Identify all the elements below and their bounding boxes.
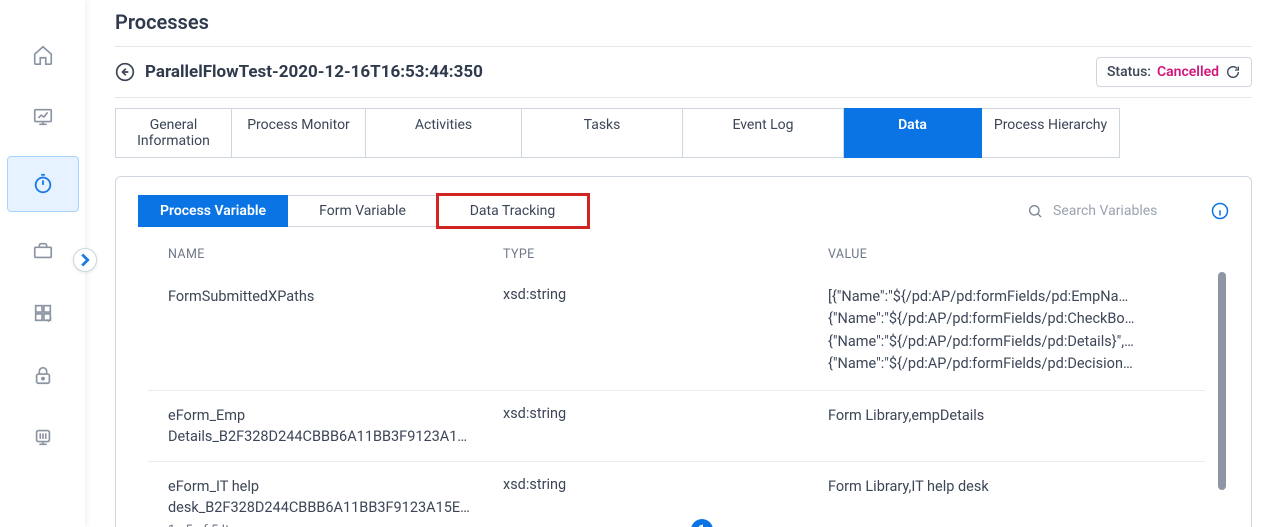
- process-header: ParallelFlowTest-2020-12-16T16:53:44:350…: [115, 47, 1252, 98]
- subtab-form-variable[interactable]: Form Variable: [288, 195, 438, 227]
- info-icon: [1211, 202, 1229, 220]
- cell-value: Form Library,empDetails: [828, 405, 1205, 447]
- cell-value: Form Library,IT help desk: [828, 476, 1205, 518]
- cell-type: xsd:string: [503, 476, 828, 518]
- left-rail: [0, 0, 85, 527]
- table-row[interactable]: eForm_Emp Details_B2F328D244CBBB6A11BB3F…: [148, 391, 1205, 462]
- scrollbar[interactable]: [1218, 272, 1226, 490]
- cell-name: FormSubmittedXPaths: [168, 286, 503, 376]
- subtab-row: Process Variable Form Variable Data Trac…: [138, 195, 1229, 227]
- back-button[interactable]: [115, 62, 135, 82]
- page-next[interactable]: ›: [727, 521, 732, 527]
- page-last[interactable]: »: [745, 521, 752, 527]
- page-title: Processes: [115, 10, 1252, 47]
- tab-process-hierarchy[interactable]: Process Hierarchy: [982, 108, 1120, 158]
- process-name: ParallelFlowTest-2020-12-16T16:53:44:350: [145, 62, 483, 82]
- nav-processes[interactable]: [7, 156, 79, 212]
- nav-toolbox[interactable]: [20, 228, 66, 274]
- back-arrow-icon: [115, 62, 135, 82]
- lock-icon: [32, 364, 54, 386]
- apps-icon: [32, 302, 54, 324]
- page-first[interactable]: «: [651, 521, 658, 527]
- page-prev[interactable]: ‹: [672, 521, 677, 527]
- info-button[interactable]: [1211, 202, 1229, 220]
- search-box: [1027, 203, 1193, 219]
- main-tabs: General Information Process Monitor Acti…: [115, 108, 1252, 158]
- chevron-right-icon: [74, 249, 96, 271]
- pager: « ‹ 1 › »: [214, 519, 1189, 527]
- cell-type: xsd:string: [503, 405, 828, 447]
- status-label: Status:: [1107, 64, 1151, 80]
- subtab-data-tracking[interactable]: Data Tracking: [438, 195, 588, 227]
- nav-settings[interactable]: [20, 414, 66, 460]
- grid-header: NAME TYPE VALUE: [138, 227, 1229, 272]
- cell-name: eForm_IT help desk_B2F328D244CBBB6A11BB3…: [168, 476, 503, 518]
- search-icon: [1027, 203, 1043, 219]
- refresh-icon: [1225, 64, 1241, 80]
- col-value: VALUE: [828, 247, 1219, 262]
- status-value: Cancelled: [1157, 64, 1219, 80]
- tab-data[interactable]: Data: [844, 108, 982, 158]
- tab-tasks[interactable]: Tasks: [522, 108, 683, 158]
- tab-general-information[interactable]: General Information: [115, 108, 232, 158]
- search-input[interactable]: [1053, 203, 1193, 219]
- tab-activities[interactable]: Activities: [366, 108, 522, 158]
- col-name: NAME: [168, 247, 503, 262]
- refresh-button[interactable]: [1225, 64, 1241, 80]
- nav-dashboard[interactable]: [20, 94, 66, 140]
- tab-event-log[interactable]: Event Log: [683, 108, 844, 158]
- sliders-icon: [32, 426, 54, 448]
- main-area: Processes ParallelFlowTest-2020-12-16T16…: [85, 0, 1280, 527]
- subtab-process-variable[interactable]: Process Variable: [138, 195, 288, 227]
- data-panel: Process Variable Form Variable Data Trac…: [115, 176, 1252, 527]
- table-row[interactable]: eForm_IT help desk_B2F328D244CBBB6A11BB3…: [148, 462, 1205, 519]
- page-number[interactable]: 1: [691, 519, 713, 527]
- nav-home[interactable]: [20, 32, 66, 78]
- nav-security[interactable]: [20, 352, 66, 398]
- dashboard-icon: [32, 106, 54, 128]
- col-type: TYPE: [503, 247, 828, 262]
- toolbox-icon: [32, 240, 54, 262]
- cell-value: [{"Name":"${/pd:AP/pd:formFields/pd:EmpN…: [828, 286, 1205, 376]
- pager-row: 1 - 5 of 5 Items « ‹ 1 › »: [138, 519, 1229, 527]
- tab-process-monitor[interactable]: Process Monitor: [232, 108, 366, 158]
- stopwatch-icon: [32, 173, 54, 195]
- table-row[interactable]: FormSubmittedXPathsxsd:string[{"Name":"$…: [148, 272, 1205, 391]
- rail-expand-button[interactable]: [73, 248, 97, 272]
- cell-name: eForm_Emp Details_B2F328D244CBBB6A11BB3F…: [168, 405, 503, 447]
- grid-body: FormSubmittedXPathsxsd:string[{"Name":"$…: [138, 272, 1229, 519]
- status-box: Status: Cancelled: [1096, 57, 1252, 87]
- nav-apps[interactable]: [20, 290, 66, 336]
- home-icon: [32, 44, 54, 66]
- cell-type: xsd:string: [503, 286, 828, 376]
